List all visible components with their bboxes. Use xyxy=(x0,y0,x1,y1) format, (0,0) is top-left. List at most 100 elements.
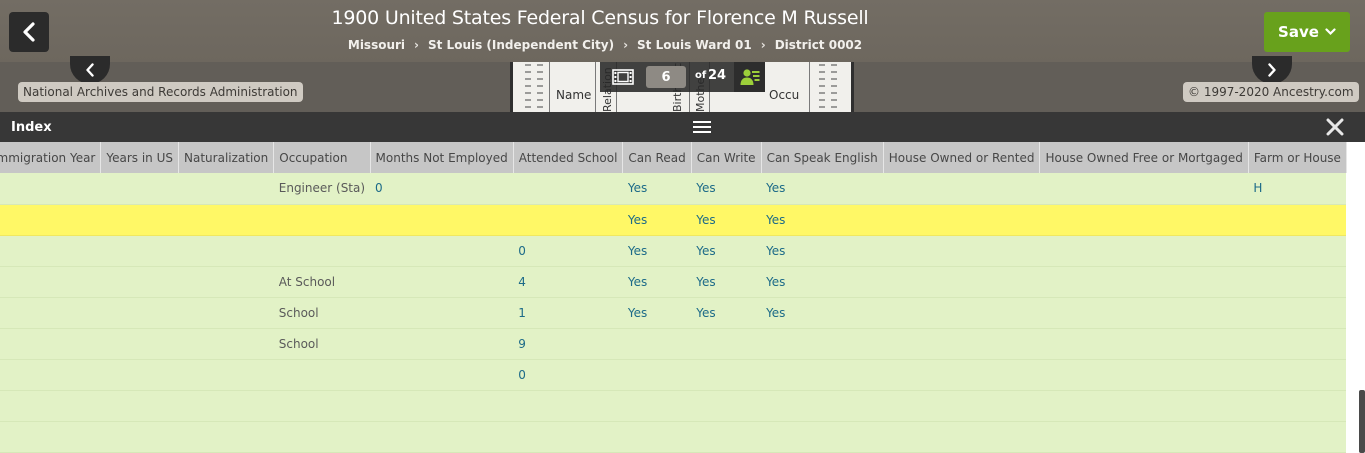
table-cell xyxy=(0,297,101,329)
table-cell xyxy=(273,390,371,422)
next-image-button[interactable] xyxy=(1252,56,1292,84)
table-cell xyxy=(1248,266,1347,298)
filmstrip-icon[interactable] xyxy=(612,69,634,85)
table-cell: Yes xyxy=(622,266,692,298)
table-cell xyxy=(883,390,1040,422)
census-record-header: 1900 United States Federal Census for Fl… xyxy=(0,0,1365,62)
table-row-selected[interactable]: Yes Yes Yes xyxy=(0,204,1347,236)
column-header[interactable]: House Owned Free or Mortgaged xyxy=(1039,142,1249,173)
table-cell xyxy=(100,297,179,329)
column-header[interactable]: Can Speak English xyxy=(761,142,884,173)
table-cell: Yes xyxy=(691,173,762,205)
table-cell xyxy=(883,297,1040,329)
previous-image-button[interactable] xyxy=(70,56,110,84)
breadcrumb-item-district[interactable]: District 0002 xyxy=(775,38,862,52)
page-number-input[interactable] xyxy=(646,66,686,88)
table-row[interactable]: At School 4 Yes Yes Yes xyxy=(0,266,1347,298)
table-cell xyxy=(691,421,762,453)
image-page-control: of 24 xyxy=(600,62,765,92)
index-toggle-button[interactable] xyxy=(734,62,765,92)
table-cell xyxy=(0,421,101,453)
table-row[interactable] xyxy=(0,390,1347,422)
breadcrumb-item-county[interactable]: St Louis (Independent City) xyxy=(428,38,614,52)
column-header[interactable]: Months Not Employed xyxy=(370,142,514,173)
column-header[interactable]: Years in US xyxy=(100,142,180,173)
hamburger-menu-icon[interactable] xyxy=(693,121,711,133)
index-panel-title: Index xyxy=(11,120,52,135)
column-header[interactable]: Attended School xyxy=(513,142,624,173)
table-cell xyxy=(513,421,623,453)
column-header[interactable]: Farm or House xyxy=(1248,142,1347,173)
column-header[interactable]: Can Write xyxy=(691,142,762,173)
chevron-left-icon xyxy=(86,63,94,77)
chevron-down-icon xyxy=(1325,28,1336,36)
table-row[interactable]: Engineer (Sta) 0 Yes Yes Yes H xyxy=(0,173,1347,205)
column-header[interactable]: House Owned or Rented xyxy=(883,142,1041,173)
table-row[interactable]: School 1 Yes Yes Yes xyxy=(0,297,1347,329)
breadcrumb-separator: › xyxy=(760,38,766,52)
table-cell xyxy=(100,390,179,422)
table-cell: Yes xyxy=(761,173,884,205)
close-icon[interactable] xyxy=(1326,118,1344,136)
table-cell xyxy=(1039,421,1249,453)
breadcrumb-separator: › xyxy=(623,38,629,52)
table-cell xyxy=(513,173,623,205)
breadcrumb-item-ward[interactable]: St Louis Ward 01 xyxy=(637,38,752,52)
save-button[interactable]: Save xyxy=(1264,12,1350,52)
table-cell xyxy=(100,359,179,391)
table-cell xyxy=(100,173,179,205)
table-cell xyxy=(0,390,101,422)
table-cell xyxy=(1039,266,1249,298)
table-cell xyxy=(883,235,1040,267)
table-cell xyxy=(761,421,884,453)
column-header[interactable]: Can Read xyxy=(622,142,692,173)
table-cell xyxy=(273,359,371,391)
table-row[interactable]: 0 xyxy=(0,359,1347,391)
table-cell xyxy=(178,421,274,453)
table-cell xyxy=(622,328,692,360)
table-cell xyxy=(1248,328,1347,360)
table-cell xyxy=(1039,235,1249,267)
page-title: 1900 United States Federal Census for Fl… xyxy=(331,7,869,29)
person-list-icon xyxy=(740,69,759,85)
table-cell xyxy=(273,235,371,267)
table-cell xyxy=(0,173,101,205)
table-cell xyxy=(0,359,101,391)
table-cell xyxy=(1039,390,1249,422)
table-cell xyxy=(100,328,179,360)
table-cell xyxy=(1248,235,1347,267)
table-cell xyxy=(273,421,371,453)
table-cell xyxy=(178,390,274,422)
column-header[interactable]: Naturalization xyxy=(178,142,275,173)
table-cell: Yes xyxy=(691,204,762,236)
breadcrumb-item-state[interactable]: Missouri xyxy=(348,38,405,52)
table-cell: H xyxy=(1248,173,1347,205)
scrollbar-thumb[interactable] xyxy=(1359,390,1365,453)
table-row[interactable]: 0 Yes Yes Yes xyxy=(0,235,1347,267)
thumb-column-line xyxy=(549,62,550,112)
table-cell: Yes xyxy=(691,235,762,267)
thumb-dots xyxy=(537,64,543,110)
table-cell xyxy=(1039,204,1249,236)
table-cell xyxy=(883,421,1040,453)
table-cell xyxy=(178,173,274,205)
table-cell: Yes xyxy=(761,297,884,329)
table-cell xyxy=(883,359,1040,391)
index-table-container[interactable]: Immigration Year Years in US Naturalizat… xyxy=(0,142,1358,453)
save-button-label: Save xyxy=(1278,23,1319,41)
breadcrumb-separator: › xyxy=(414,38,419,52)
table-cell: Yes xyxy=(622,235,692,267)
table-row[interactable]: School 9 xyxy=(0,328,1347,360)
image-viewer: National Archives and Records Administra… xyxy=(0,56,1365,112)
table-cell: At School xyxy=(273,266,371,298)
chevron-right-icon xyxy=(1268,63,1276,77)
table-cell xyxy=(178,359,274,391)
table-cell xyxy=(622,359,692,391)
table-row[interactable] xyxy=(0,421,1347,453)
column-header[interactable]: Occupation xyxy=(273,142,371,173)
table-cell xyxy=(1039,359,1249,391)
table-cell xyxy=(1039,297,1249,329)
table-cell xyxy=(100,266,179,298)
table-cell xyxy=(513,204,623,236)
column-header[interactable]: Immigration Year xyxy=(0,142,102,173)
